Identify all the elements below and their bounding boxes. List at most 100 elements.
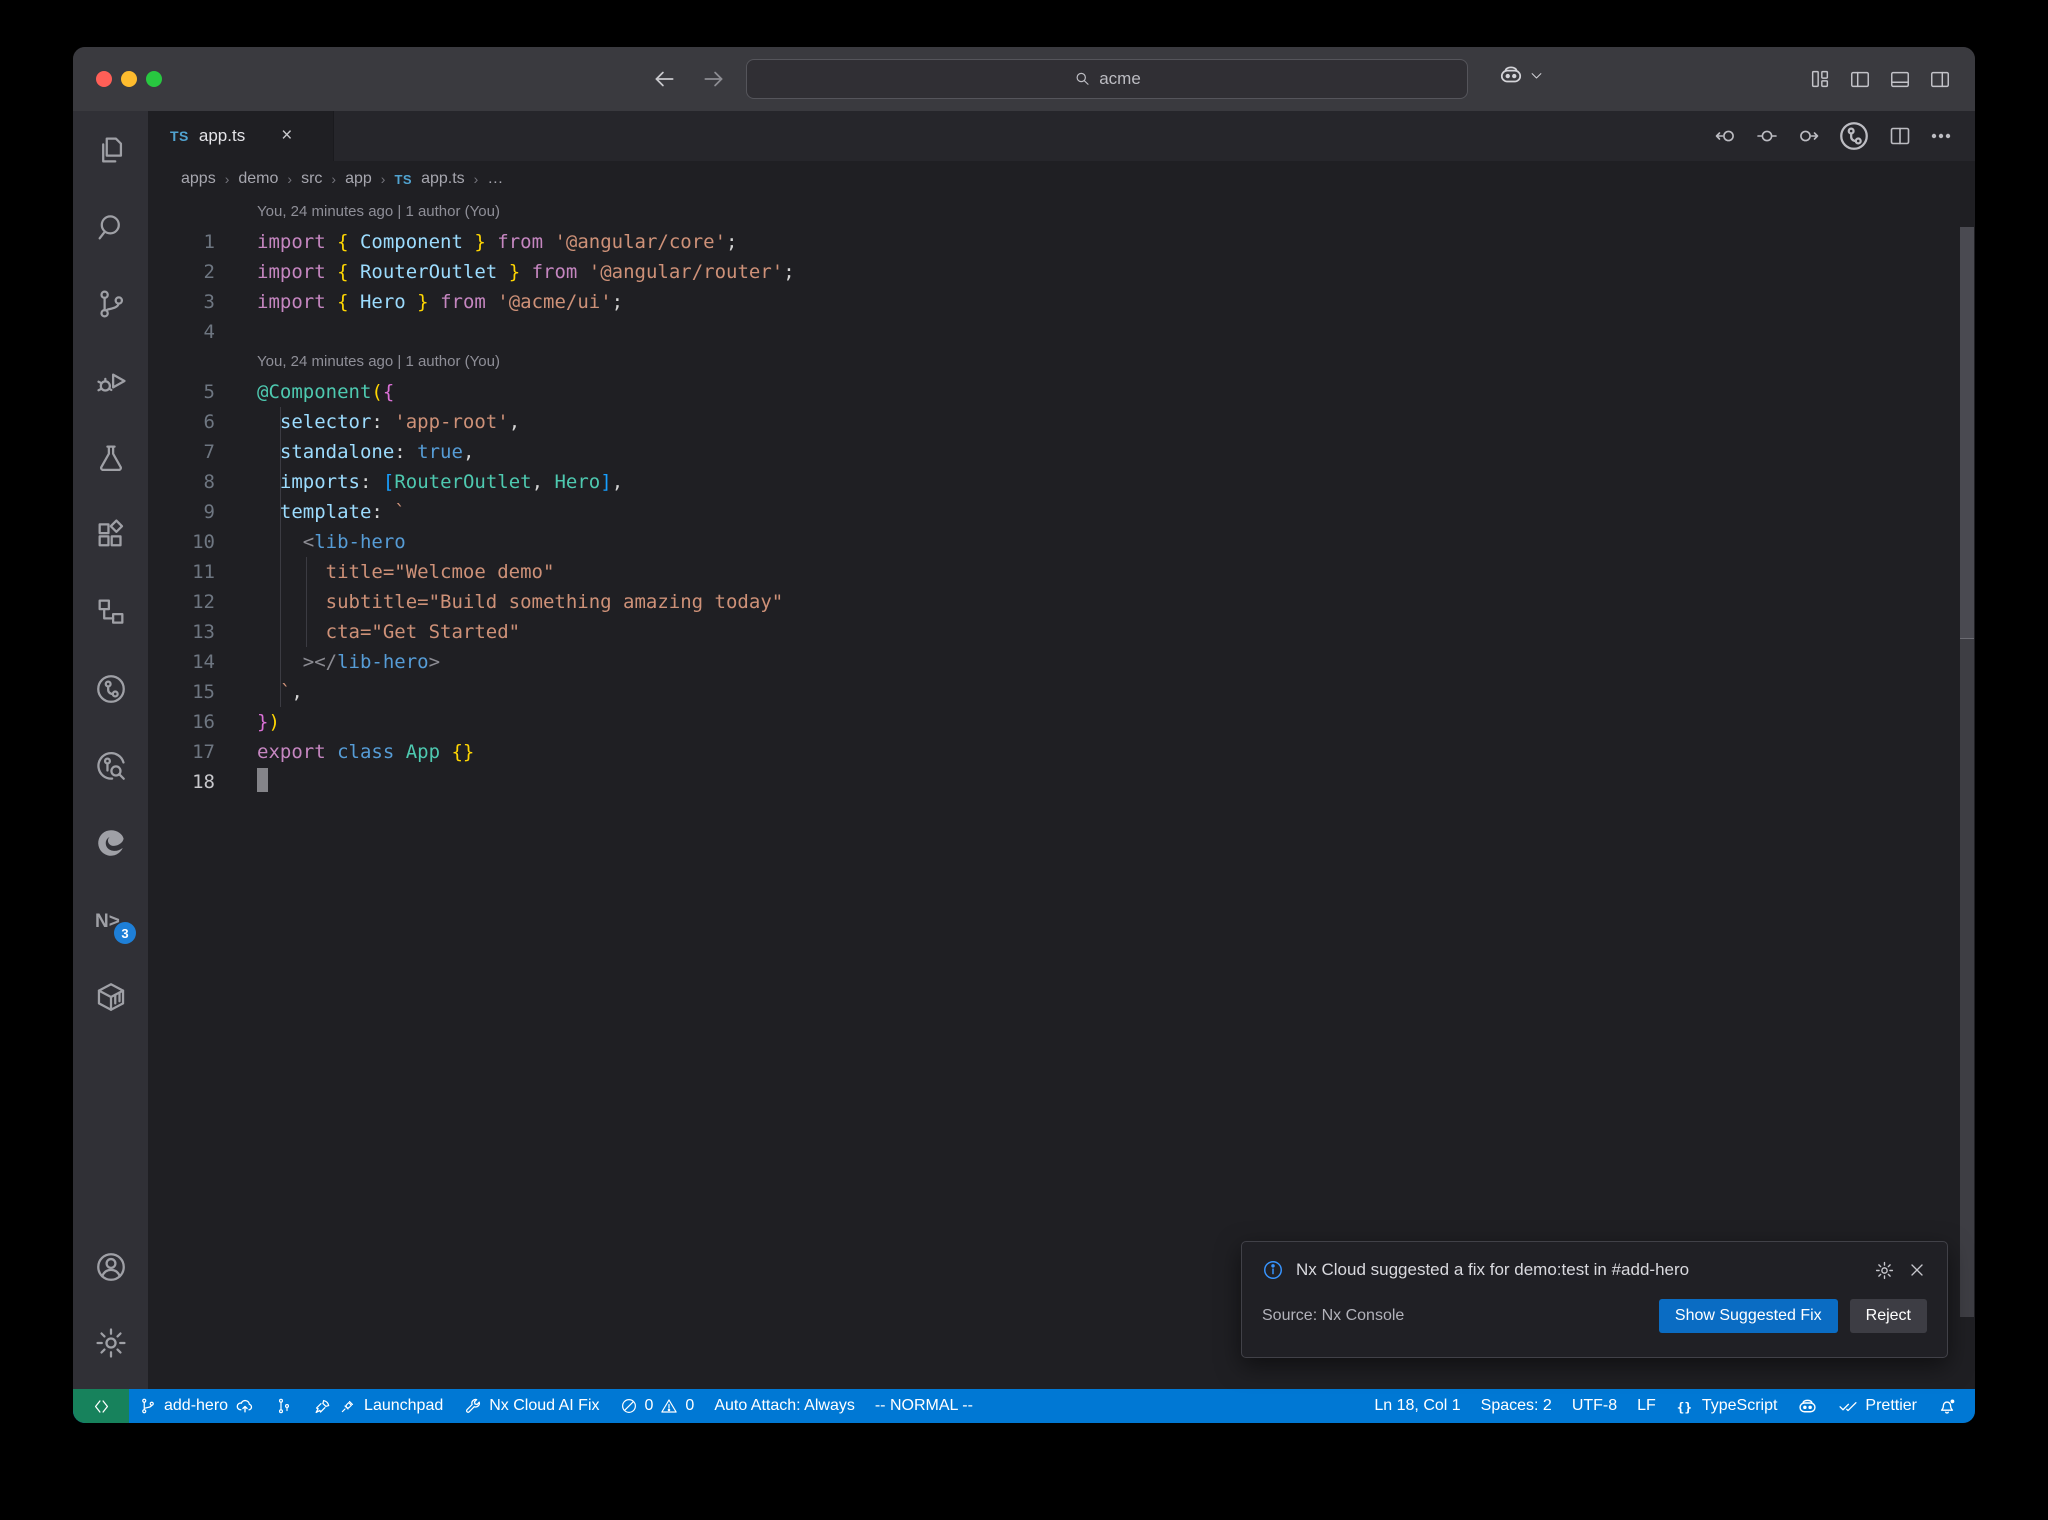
line-number: 5	[203, 381, 215, 403]
code-line-16: 16})	[148, 707, 1975, 737]
editor-actions	[1714, 111, 1953, 161]
editor-scrollbar[interactable]	[1959, 197, 1975, 1389]
activity-bar-bottom	[73, 1229, 148, 1381]
status-encoding[interactable]: UTF-8	[1562, 1389, 1627, 1423]
activity-item-git-search[interactable]	[73, 727, 148, 804]
code-line-2: 2 import { RouterOutlet } from '@angular/…	[148, 257, 1975, 287]
activity-item-testing[interactable]	[73, 419, 148, 496]
code-text: cta="Get Started"	[257, 621, 521, 643]
nav-back-circle-icon[interactable]	[1714, 124, 1738, 148]
line-number: 11	[192, 561, 215, 583]
status-git-branch[interactable]: add-hero	[129, 1389, 265, 1423]
activity-item-run-debug[interactable]	[73, 342, 148, 419]
status-copilot-status[interactable]	[1787, 1389, 1828, 1423]
activity-item-gitlens[interactable]	[73, 650, 148, 727]
edge-icon	[94, 826, 128, 860]
error-circle-icon	[620, 1397, 638, 1415]
status-language-mode[interactable]: {} TypeScript	[1666, 1389, 1788, 1423]
command-center-search[interactable]: acme	[746, 59, 1468, 99]
main-area: N> 3 TS app.ts × apps › demo › src › app › TS app.…	[73, 111, 1975, 1389]
account-icon	[94, 1250, 128, 1284]
activity-item-edge-browser[interactable]	[73, 804, 148, 881]
close-window-button[interactable]	[96, 71, 112, 87]
copilot-menu[interactable]	[1498, 62, 1544, 88]
activity-item-nx-console[interactable]: N> 3	[73, 881, 148, 958]
hierarchy-icon	[94, 595, 128, 629]
braces-icon: {}	[1676, 1397, 1695, 1416]
status-indentation[interactable]: Spaces: 2	[1471, 1389, 1562, 1423]
status-nx-cloud-ai-fix[interactable]: Nx Cloud AI Fix	[453, 1389, 609, 1423]
plug-icon	[339, 1397, 357, 1415]
activity-item-explorer[interactable]	[73, 111, 148, 188]
go-forward-icon[interactable]	[701, 66, 727, 92]
code-text: import { Component } from '@angular/core…	[257, 231, 738, 253]
activity-item-source-control[interactable]	[73, 265, 148, 342]
toggle-panel-icon[interactable]	[1889, 68, 1911, 90]
breadcrumb-file[interactable]: app.ts	[421, 170, 465, 188]
breadcrumb-overflow[interactable]: …	[487, 170, 503, 188]
activity-item-settings[interactable]	[73, 1305, 148, 1381]
zoom-window-button[interactable]	[146, 71, 162, 87]
more-dots-icon[interactable]	[1929, 124, 1953, 148]
git-branch-big-icon	[94, 287, 128, 321]
line-number: 15	[192, 681, 215, 703]
activity-item-extensions[interactable]	[73, 496, 148, 573]
code-line-12: 12 subtitle="Build something amazing tod…	[148, 587, 1975, 617]
status-eol[interactable]: LF	[1627, 1389, 1666, 1423]
code-editor[interactable]: You, 24 minutes ago | 1 author (You) 1 imp…	[148, 197, 1975, 1389]
status-formatter[interactable]: Prettier	[1828, 1389, 1927, 1423]
status-cursor-position[interactable]: Ln 18, Col 1	[1364, 1389, 1470, 1423]
typescript-file-icon: TS	[394, 171, 413, 187]
breadcrumb-item[interactable]: app	[345, 170, 372, 188]
status-notifications-bell[interactable]	[1927, 1389, 1967, 1423]
tab-app-ts[interactable]: TS app.ts ×	[148, 111, 334, 161]
run-debug-icon	[94, 364, 128, 398]
customize-layout-icon[interactable]	[1809, 68, 1831, 90]
breadcrumb[interactable]: apps › demo › src › app › TS app.ts ›…	[148, 161, 1975, 197]
breadcrumb-item[interactable]: src	[301, 170, 322, 188]
activity-item-containers[interactable]	[73, 958, 148, 1035]
show-suggested-fix-button[interactable]: Show Suggested Fix	[1658, 1299, 1838, 1333]
tab-label: app.ts	[198, 126, 246, 145]
go-back-icon[interactable]	[651, 66, 677, 92]
git-blame-annotation: You, 24 minutes ago | 1 author (You)	[257, 353, 500, 370]
breadcrumb-item[interactable]: apps	[181, 170, 216, 188]
nav-forward-circle-icon[interactable]	[1796, 124, 1820, 148]
gitlens-icon[interactable]	[1837, 119, 1871, 153]
search-value: acme	[1099, 69, 1141, 88]
status-bar: add-hero Launchpad Nx Cloud AI Fix 0 0 Auto A…	[73, 1389, 1975, 1423]
breadcrumb-separator: ›	[473, 171, 479, 187]
notification-close-icon[interactable]	[1907, 1260, 1927, 1280]
status-commit-graph[interactable]	[265, 1389, 303, 1423]
code-line-3: 3 import { Hero } from '@acme/ui';	[148, 287, 1975, 317]
activity-bar: N> 3	[73, 111, 148, 1389]
breadcrumb-separator: ›	[224, 171, 230, 187]
minimize-window-button[interactable]	[121, 71, 137, 87]
status-vim-mode[interactable]: -- NORMAL --	[865, 1389, 983, 1423]
code-text: standalone: true,	[279, 441, 475, 463]
nav-circle-icon[interactable]	[1755, 124, 1779, 148]
line-number: 2	[203, 261, 215, 283]
git-search-icon	[94, 749, 128, 783]
code-line-8: 8 imports: [RouterOutlet, Hero],	[148, 467, 1975, 497]
split-editor-icon[interactable]	[1888, 124, 1912, 148]
toggle-secondary-sidebar-icon[interactable]	[1929, 68, 1951, 90]
breadcrumb-item[interactable]: demo	[238, 170, 278, 188]
typescript-file-icon: TS	[170, 128, 189, 144]
close-tab-icon[interactable]: ×	[281, 125, 292, 147]
code-text	[257, 767, 268, 797]
history-nav	[651, 66, 727, 92]
status-remote-indicator[interactable]	[73, 1389, 129, 1423]
double-check-icon	[1838, 1396, 1858, 1416]
notification-settings-icon[interactable]	[1874, 1260, 1895, 1281]
activity-item-search[interactable]	[73, 188, 148, 265]
activity-item-accounts[interactable]	[73, 1229, 148, 1305]
status-label: -- NORMAL --	[874, 1397, 973, 1414]
editor-cursor	[257, 768, 268, 792]
status-auto-attach[interactable]: Auto Attach: Always	[704, 1389, 865, 1423]
activity-item-hierarchy[interactable]	[73, 573, 148, 650]
status-problems[interactable]: 00	[610, 1389, 705, 1423]
reject-button[interactable]: Reject	[1849, 1299, 1927, 1333]
toggle-primary-sidebar-icon[interactable]	[1849, 68, 1871, 90]
status-launchpad[interactable]: Launchpad	[303, 1389, 453, 1423]
